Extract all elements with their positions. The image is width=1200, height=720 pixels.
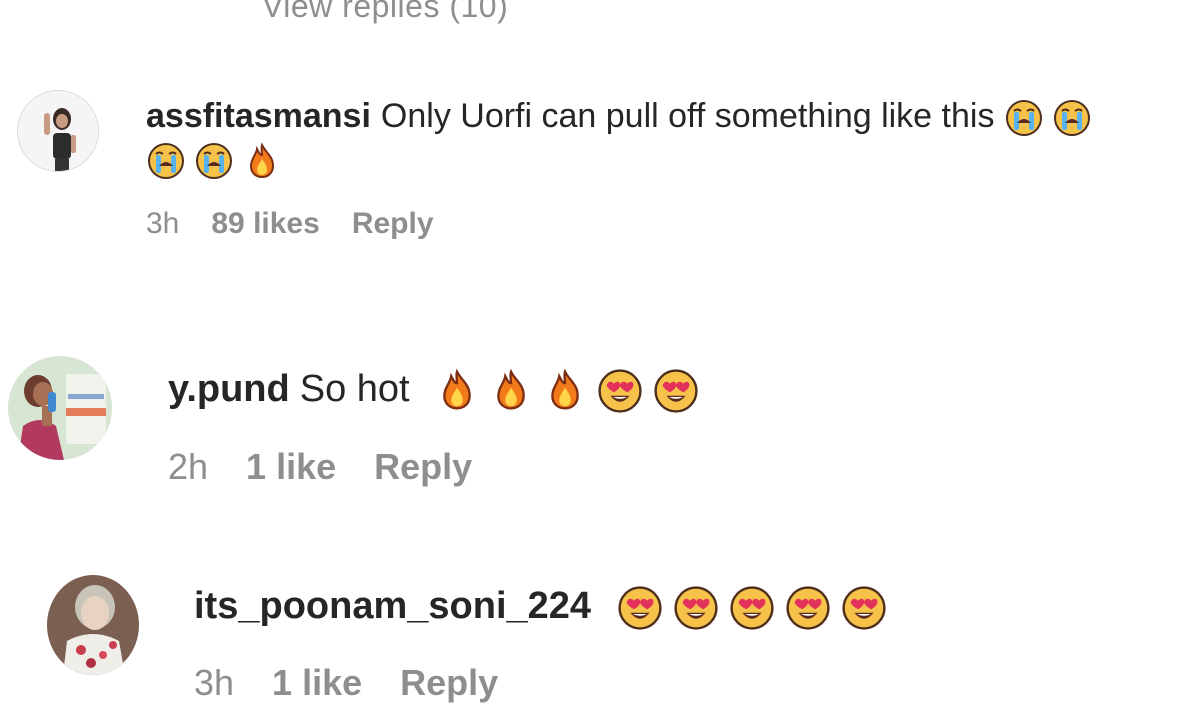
comment-meta: 3h 1 like Reply [194, 662, 498, 704]
heart-eyes-face-icon [784, 584, 832, 632]
comment-line-1: its_poonam_soni_224 [194, 582, 888, 632]
comment-likes[interactable]: 1 like [272, 662, 362, 704]
comment-time[interactable]: 3h [194, 662, 234, 704]
reply-button[interactable]: Reply [400, 662, 498, 704]
comment-item: its_poonam_soni_224 3h 1 like Reply [0, 0, 1200, 720]
heart-eyes-face-icon [616, 584, 664, 632]
avatar[interactable] [47, 575, 139, 675]
avatar-image [47, 575, 139, 675]
comment-username[interactable]: its_poonam_soni_224 [194, 585, 591, 627]
emoji-group [616, 584, 888, 632]
heart-eyes-face-icon [672, 584, 720, 632]
heart-eyes-face-icon [840, 584, 888, 632]
heart-eyes-face-icon [728, 584, 776, 632]
